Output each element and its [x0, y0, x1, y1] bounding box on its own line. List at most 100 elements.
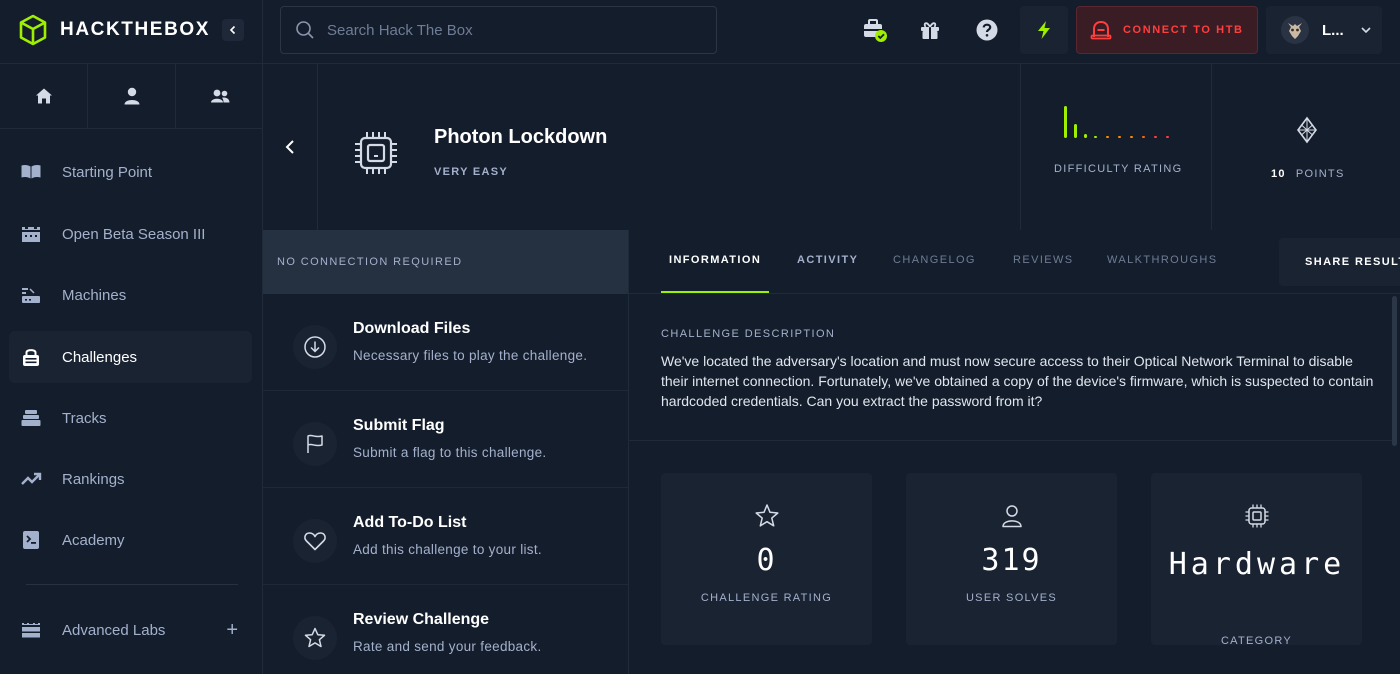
- help-icon: [976, 19, 998, 41]
- sidebar-item-starting-point[interactable]: Starting Point: [9, 146, 252, 198]
- panel-divider: [628, 230, 629, 674]
- action-title: Add To-Do List: [353, 514, 467, 531]
- help-button[interactable]: [973, 16, 1001, 44]
- collapse-sidebar-button[interactable]: [222, 19, 244, 41]
- sidebar-item-label: Advanced Labs: [62, 621, 166, 639]
- sidebar: Starting Point Open Beta Season III Mach…: [0, 64, 263, 674]
- labs-icon: [22, 623, 40, 638]
- sidebar-item-label: Open Beta Season III: [62, 225, 206, 243]
- share-result-button[interactable]: SHARE RESULT: [1279, 238, 1400, 286]
- connection-note: NO CONNECTION REQUIRED: [263, 230, 628, 294]
- action-subtitle: Rate and send your feedback.: [353, 639, 542, 654]
- tab-walkthroughs[interactable]: WALKTHROUGHS: [1107, 254, 1218, 266]
- sidebar-item-season[interactable]: Open Beta Season III: [9, 208, 252, 260]
- action-title: Review Challenge: [353, 611, 490, 628]
- gift-icon: [921, 22, 939, 39]
- add-todo-button[interactable]: [293, 519, 337, 563]
- logo[interactable]: HACKTHEBOX: [18, 14, 210, 46]
- download-icon: [304, 336, 326, 358]
- difficulty-rating-label: DIFFICULTY RATING: [1054, 163, 1183, 175]
- user-outline-icon: [1000, 503, 1024, 529]
- sidebar-item-label: Academy: [62, 531, 125, 549]
- submit-flag-action[interactable]: Submit Flag Submit a flag to this challe…: [263, 392, 628, 488]
- academy-icon: [23, 531, 39, 549]
- trend-icon: [21, 472, 42, 485]
- gift-button[interactable]: [916, 16, 944, 44]
- challenge-tabs: INFORMATION ACTIVITY CHANGELOG REVIEWS W…: [629, 230, 1400, 294]
- tab-changelog[interactable]: CHANGELOG: [893, 254, 976, 266]
- download-files-action[interactable]: Download Files Necessary files to play t…: [263, 295, 628, 391]
- vpn-icon: [1090, 20, 1112, 40]
- server-icon: [22, 288, 40, 303]
- user-menu-button[interactable]: L...: [1266, 6, 1382, 54]
- stat-value: 319: [981, 543, 1042, 578]
- description-label: CHALLENGE DESCRIPTION: [661, 328, 836, 340]
- tab-information[interactable]: INFORMATION: [669, 254, 761, 266]
- review-challenge-action[interactable]: Review Challenge Rate and send your feed…: [263, 586, 628, 674]
- difficulty-rating-box: DIFFICULTY RATING: [1020, 64, 1211, 230]
- sidebar-home-button[interactable]: [0, 64, 88, 128]
- connection-note-text: NO CONNECTION REQUIRED: [277, 256, 463, 268]
- boost-button[interactable]: [1020, 6, 1068, 54]
- stat-value: Hardware: [1168, 547, 1346, 582]
- sidebar-item-label: Challenges: [62, 348, 138, 366]
- tab-reviews[interactable]: REVIEWS: [1013, 254, 1074, 266]
- sidebar-item-label: Tracks: [62, 409, 107, 427]
- sidebar-team-button[interactable]: [176, 64, 263, 128]
- bolt-icon: [1038, 21, 1050, 39]
- points-row: 10 POINTS: [1271, 168, 1345, 180]
- htb-cube-icon: [19, 14, 47, 46]
- sidebar-item-label: Rankings: [62, 470, 125, 488]
- description-divider: [629, 440, 1392, 441]
- connect-to-htb-button[interactable]: CONNECT TO HTB: [1076, 6, 1258, 54]
- chip-icon: [1244, 503, 1270, 529]
- tab-activity[interactable]: ACTIVITY: [797, 254, 858, 266]
- toolbox-button[interactable]: [861, 16, 889, 44]
- stat-label: USER SOLVES: [965, 592, 1058, 604]
- stat-value: 0: [756, 543, 777, 578]
- logo-text: HACKTHEBOX: [60, 19, 211, 40]
- points-label: POINTS: [1295, 168, 1345, 180]
- action-title: Download Files: [353, 320, 471, 337]
- user-solves-card: 319 USER SOLVES: [906, 473, 1117, 645]
- sidebar-top-tabs: [0, 64, 263, 129]
- chevron-left-icon: [229, 25, 236, 35]
- sidebar-item-tracks[interactable]: Tracks: [9, 392, 252, 444]
- review-button[interactable]: [293, 616, 337, 660]
- sidebar-profile-button[interactable]: [88, 64, 176, 128]
- expand-plus-icon[interactable]: +: [226, 619, 238, 642]
- points-box: 10 POINTS: [1211, 64, 1400, 230]
- search-icon: [296, 21, 314, 39]
- team-icon: [210, 89, 229, 103]
- scrollbar[interactable]: [1392, 296, 1397, 446]
- sidebar-item-advanced-labs[interactable]: Advanced Labs +: [9, 604, 252, 656]
- challenge-difficulty: VERY EASY: [434, 166, 509, 178]
- toolbox-check-icon: [864, 19, 887, 42]
- flag-icon: [307, 434, 323, 453]
- action-subtitle: Add this challenge to your list.: [353, 542, 542, 557]
- search-box[interactable]: [280, 6, 717, 54]
- description-text: We've located the adversary's location a…: [661, 353, 1374, 409]
- chip-icon: [355, 132, 397, 174]
- submit-flag-button[interactable]: [293, 422, 337, 466]
- connect-label: CONNECT TO HTB: [1123, 24, 1244, 36]
- user-icon: [124, 87, 139, 105]
- download-button[interactable]: [293, 325, 337, 369]
- top-bar: HACKTHEBOX Search Hack The Box CONNECT T…: [0, 0, 1400, 64]
- category-card: Hardware CATEGORY: [1151, 473, 1362, 647]
- star-icon: [304, 627, 326, 648]
- stat-label: CATEGORY: [1220, 635, 1293, 647]
- layers-icon: [21, 410, 41, 426]
- add-todo-action[interactable]: Add To-Do List Add this challenge to you…: [263, 489, 628, 585]
- active-tab-indicator: [661, 291, 769, 293]
- diamond-points-icon: [1297, 116, 1317, 144]
- sidebar-item-academy[interactable]: Academy: [9, 514, 252, 566]
- action-subtitle: Submit a flag to this challenge.: [353, 445, 547, 460]
- sidebar-item-machines[interactable]: Machines: [9, 269, 252, 321]
- sidebar-item-challenges[interactable]: Challenges: [9, 331, 252, 383]
- search-input[interactable]: [327, 21, 687, 39]
- back-button[interactable]: [263, 64, 318, 230]
- username: L...: [1322, 21, 1344, 39]
- lock-icon: [23, 349, 39, 366]
- sidebar-item-rankings[interactable]: Rankings: [9, 453, 252, 505]
